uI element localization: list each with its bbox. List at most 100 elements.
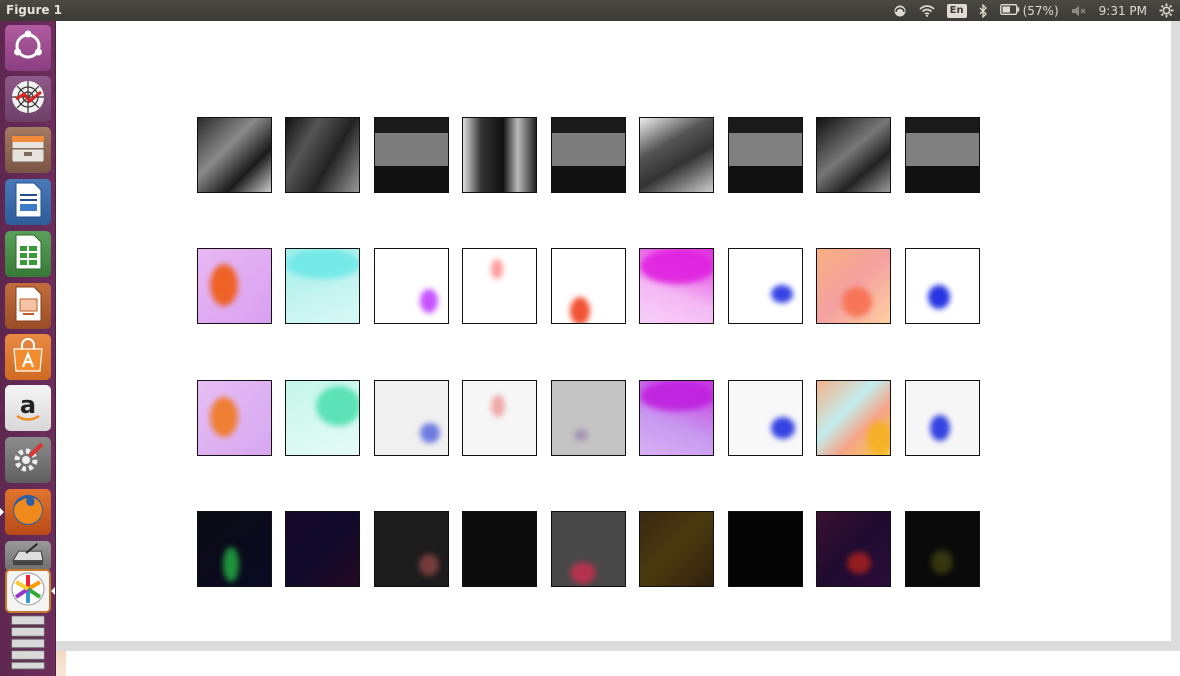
motion-blob <box>570 297 590 323</box>
motion-blob <box>420 423 440 443</box>
optical-flow-estimate-tile <box>728 380 803 456</box>
grayscale-frame-tile <box>816 117 891 193</box>
scanner-icon <box>8 540 48 572</box>
motion-blob <box>847 552 871 574</box>
keyboard-layout-indicator[interactable]: En <box>946 0 967 21</box>
optical-flow-estimate-tile <box>374 380 449 456</box>
bluetooth-icon[interactable] <box>979 0 988 21</box>
keyboard-layout-label: En <box>946 3 967 18</box>
network-web-button[interactable] <box>5 76 51 122</box>
flow-error-tile <box>551 511 626 587</box>
motion-blob <box>928 285 950 309</box>
workspace-switcher-button[interactable] <box>5 615 51 673</box>
network-web-icon <box>8 77 48 121</box>
svg-text:a: a <box>20 391 36 419</box>
firefox-button[interactable] <box>5 489 51 535</box>
dash-home-button[interactable] <box>5 25 51 71</box>
calc-icon <box>8 232 48 276</box>
workspace-stack-icon <box>8 614 48 674</box>
motion-blob <box>210 264 238 306</box>
flow-error-tile <box>374 511 449 587</box>
scanner-button[interactable] <box>5 541 51 571</box>
sync-icon[interactable] <box>893 0 907 21</box>
indicator-area: En (57%) 9:31 PM <box>893 0 1174 21</box>
battery-icon <box>999 3 1020 18</box>
motion-blob <box>574 429 588 441</box>
grayscale-frame-tile <box>462 117 537 193</box>
optical-flow-tile <box>905 248 980 324</box>
grayscale-frame-tile <box>551 117 626 193</box>
flow-error-tile <box>816 511 891 587</box>
image-viewer-button[interactable] <box>5 569 51 613</box>
optical-flow-tile <box>374 248 449 324</box>
motion-blob <box>223 547 239 582</box>
flow-error-tile <box>462 511 537 587</box>
optical-flow-tile <box>816 248 891 324</box>
grayscale-frame-tile <box>728 117 803 193</box>
optical-flow-estimate-tile <box>905 380 980 456</box>
battery-indicator[interactable]: (57%) <box>999 0 1059 21</box>
motion-blob <box>640 249 713 284</box>
flow-error-tile <box>639 511 714 587</box>
motion-blob <box>771 417 795 439</box>
figure-canvas <box>56 21 1171 641</box>
grayscale-frame-tile <box>197 117 272 193</box>
grayscale-frame-tile <box>285 117 360 193</box>
impress-button[interactable] <box>5 283 51 329</box>
launcher: a <box>0 21 56 676</box>
motion-blob <box>570 562 596 584</box>
volume-muted-icon[interactable] <box>1071 0 1087 21</box>
flow-error-tile <box>905 511 980 587</box>
motion-blob <box>842 287 872 317</box>
optical-flow-tile <box>285 248 360 324</box>
system-settings-button[interactable] <box>5 437 51 483</box>
motion-blob <box>931 550 953 574</box>
motion-blob <box>316 386 359 426</box>
wifi-icon[interactable] <box>919 0 935 21</box>
system-settings-icon <box>8 438 48 482</box>
motion-blob <box>286 249 359 279</box>
optical-flow-tile <box>197 248 272 324</box>
writer-icon <box>8 180 48 224</box>
flow-error-tile <box>285 511 360 587</box>
motion-blob <box>867 421 890 455</box>
writer-button[interactable] <box>5 179 51 225</box>
motion-blob <box>210 397 238 437</box>
amazon-button[interactable]: a <box>5 385 51 431</box>
optical-flow-tile <box>462 248 537 324</box>
active-window-indicator <box>51 587 55 595</box>
motion-blob <box>771 285 793 303</box>
dash-home-icon <box>8 26 48 70</box>
window-title: Figure 1 <box>6 3 63 17</box>
optical-flow-tile <box>639 248 714 324</box>
files-button[interactable] <box>5 127 51 173</box>
optical-flow-estimate-tile <box>551 380 626 456</box>
motion-blob <box>491 395 505 417</box>
top-panel: Figure 1 En (57%) 9:31 PM <box>0 0 1180 21</box>
optical-flow-estimate-tile <box>285 380 360 456</box>
amazon-icon: a <box>8 386 48 430</box>
desktop-corner <box>56 651 66 676</box>
grayscale-frame-tile <box>374 117 449 193</box>
grayscale-frame-tile <box>905 117 980 193</box>
figure-window <box>56 21 1180 651</box>
grayscale-frame-tile <box>639 117 714 193</box>
running-indicator <box>0 508 4 516</box>
software-center-button[interactable] <box>5 334 51 380</box>
calc-button[interactable] <box>5 231 51 277</box>
optical-flow-estimate-tile <box>462 380 537 456</box>
software-center-icon <box>8 335 48 379</box>
session-gear-icon[interactable] <box>1159 0 1174 21</box>
motion-blob <box>420 289 438 313</box>
files-icon <box>8 128 48 172</box>
motion-blob <box>419 554 439 576</box>
optical-flow-estimate-tile <box>639 380 714 456</box>
clock[interactable]: 9:31 PM <box>1099 0 1147 21</box>
optical-flow-tile <box>728 248 803 324</box>
firefox-icon <box>8 490 48 534</box>
desktop-strip <box>56 651 1180 676</box>
image-viewer-icon <box>8 569 48 613</box>
optical-flow-tile <box>551 248 626 324</box>
flow-error-tile <box>728 511 803 587</box>
optical-flow-estimate-tile <box>197 380 272 456</box>
